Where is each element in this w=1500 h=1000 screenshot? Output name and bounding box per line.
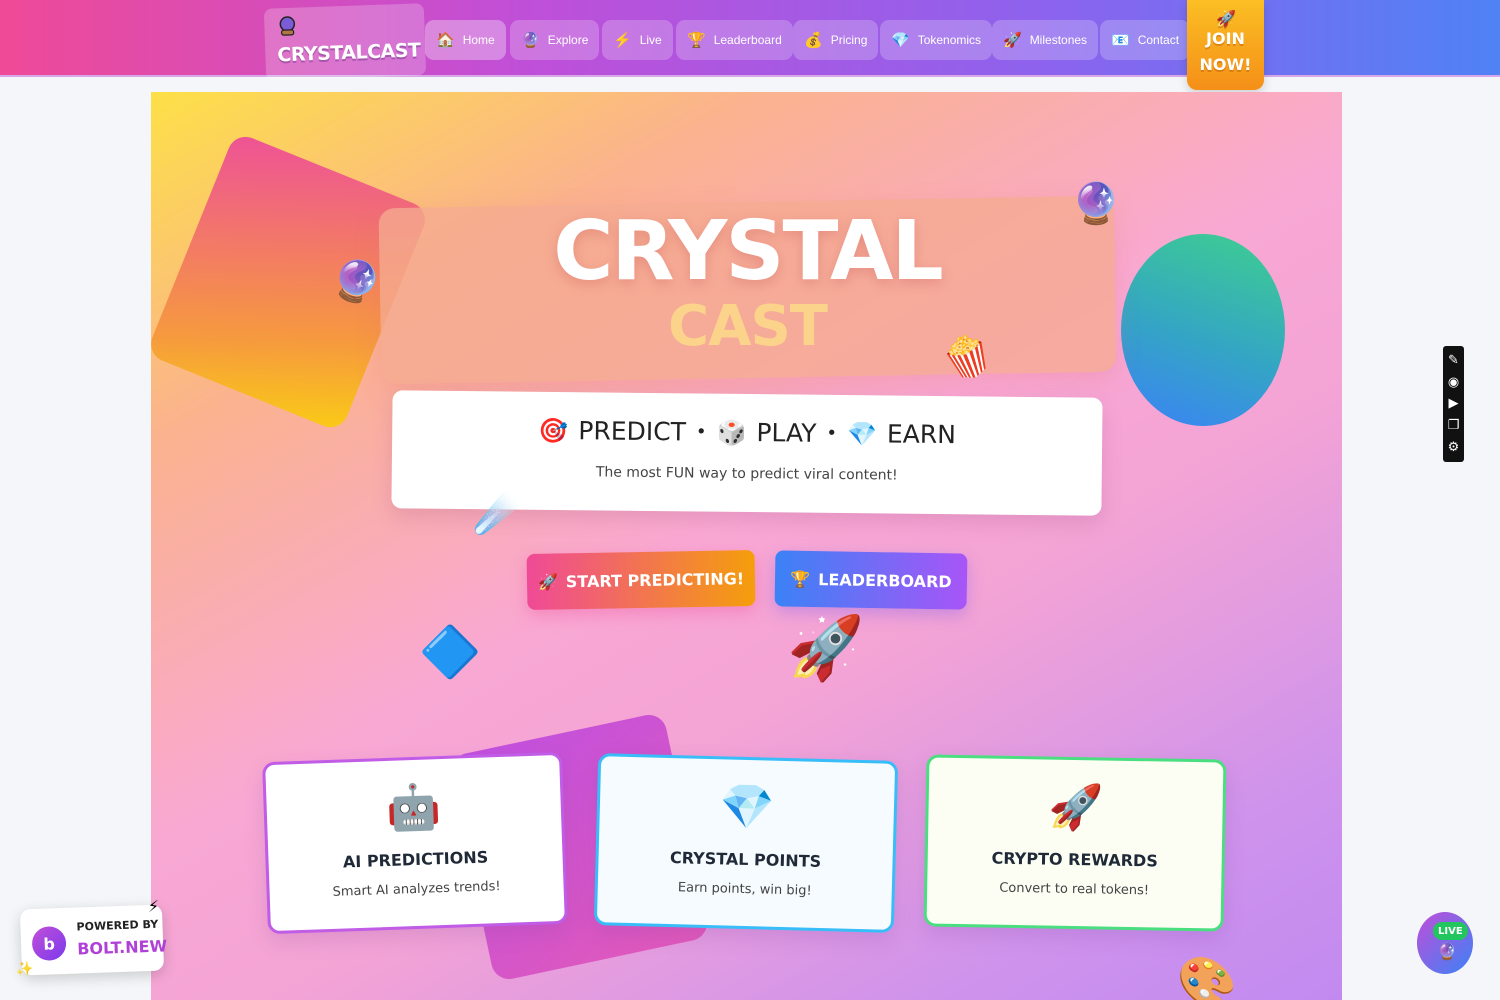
gear-icon[interactable]: ⚙ <box>1448 441 1460 454</box>
gem-icon: 💎 <box>718 781 775 834</box>
nav-item-label: Milestones <box>1029 33 1088 47</box>
feature-card-crypto-rewards[interactable]: 🚀 CRYPTO REWARDS Convert to real tokens! <box>923 754 1227 932</box>
feature-description: Smart AI analyzes trends! <box>332 879 501 900</box>
button-label: START PREDICTING! <box>565 568 745 591</box>
button-label: LEADERBOARD <box>818 569 952 591</box>
gem-icon: 💎 <box>846 419 878 448</box>
feature-card-ai-predictions[interactable]: 🤖 AI PREDICTIONS Smart AI analyzes trend… <box>262 751 568 935</box>
nav-item-label: Explore <box>547 33 589 47</box>
brand-logo[interactable]: CRYSTALCAST <box>263 3 427 81</box>
gem-shape-icon: 🔷 <box>419 623 482 681</box>
gem-icon: 💎 <box>891 31 910 49</box>
rocket-icon: 🚀 <box>537 571 558 592</box>
lightning-icon: ⚡ <box>147 896 160 917</box>
nav-item-label: Home <box>462 33 495 47</box>
trophy-icon: 🏆 <box>687 31 706 49</box>
separator: • <box>695 421 707 443</box>
rocket-icon: 🚀 <box>1216 9 1236 28</box>
brand-name: CRYSTALCAST <box>277 39 421 67</box>
hero-subtitle: CAST <box>668 294 828 359</box>
feature-description: Convert to real tokens! <box>999 880 1150 899</box>
start-predicting-button[interactable]: 🚀 START PREDICTING! <box>526 550 756 610</box>
join-now-button[interactable]: 🚀 JOIN NOW! <box>1187 0 1264 90</box>
tagline-description: The most FUN way to predict viral conten… <box>595 464 898 484</box>
tagline-row: 🎯 PREDICT • 🎲 PLAY • 💎 EARN <box>392 414 1102 450</box>
crystal-ball-icon: 🔮 <box>521 31 540 49</box>
video-icon[interactable]: ▶ <box>1449 397 1459 410</box>
tagline-play: PLAY <box>756 418 817 448</box>
crystal-ball-icon: 🔮 <box>1071 181 1121 227</box>
powered-by-bolt-badge[interactable]: b POWERED BY BOLT.NEW ⚡ ✨ <box>16 897 168 978</box>
decorative-circle <box>1121 234 1285 426</box>
window-icon[interactable]: ❐ <box>1448 419 1460 432</box>
camera-icon[interactable]: ◉ <box>1448 376 1459 389</box>
nav-item-label: Tokenomics <box>917 33 982 47</box>
feature-description: Earn points, win big! <box>677 880 812 899</box>
crystal-ball-icon <box>279 16 296 36</box>
nav-item-contact[interactable]: 📧 Contact <box>1100 20 1191 60</box>
powered-by-label: POWERED BY <box>76 917 159 934</box>
separator: • <box>826 422 838 444</box>
nav-item-tokenomics[interactable]: 💎 Tokenomics <box>880 20 993 60</box>
nav-item-milestones[interactable]: 🚀 Milestones <box>992 20 1099 60</box>
leaderboard-button[interactable]: 🏆 LEADERBOARD <box>774 550 968 610</box>
money-bag-icon: 💰 <box>804 31 823 49</box>
rocket-icon: 🚀 <box>1047 781 1104 834</box>
nav-item-label: Leaderboard <box>713 33 782 47</box>
bolt-name: BOLT.NEW <box>76 936 168 959</box>
feature-title: CRYPTO REWARDS <box>991 848 1159 871</box>
pin-icon[interactable]: ✎ <box>1448 354 1459 367</box>
feature-title: AI PREDICTIONS <box>342 847 489 872</box>
nav-item-leaderboard[interactable]: 🏆 Leaderboard <box>676 20 793 60</box>
nav-item-label: Contact <box>1137 33 1180 47</box>
feature-title: CRYSTAL POINTS <box>669 848 822 871</box>
tagline-earn: EARN <box>886 419 957 450</box>
target-icon: 🎯 <box>538 416 569 445</box>
crystal-ball-icon: 🔮 <box>1437 942 1457 961</box>
nav-item-home[interactable]: 🏠 Home <box>425 20 506 60</box>
robot-icon: 🤖 <box>385 781 443 834</box>
palette-icon: 🎨 <box>1177 954 1237 1000</box>
nav-item-label: Live <box>639 33 662 47</box>
envelope-icon: 📧 <box>1111 31 1130 49</box>
nav-item-label: Pricing <box>830 33 868 47</box>
side-toolbar: ✎ ◉ ▶ ❐ ⚙ <box>1443 346 1464 462</box>
rocket-icon: 🚀 <box>787 611 865 684</box>
nav-item-live[interactable]: ⚡ Live <box>602 20 673 60</box>
lightning-icon: ⚡ <box>613 31 632 49</box>
trophy-icon: 🏆 <box>790 569 811 589</box>
hero-title: CRYSTAL <box>553 204 944 299</box>
live-label: LIVE <box>1433 922 1468 940</box>
home-icon: 🏠 <box>436 31 455 49</box>
rocket-icon: 🚀 <box>1003 31 1022 49</box>
comet-icon: ☄️ <box>473 491 521 535</box>
live-badge[interactable]: LIVE 🔮 <box>1417 912 1473 974</box>
tagline-predict: PREDICT <box>578 416 687 447</box>
nav-item-explore[interactable]: 🔮 Explore <box>510 20 600 60</box>
nav-item-pricing[interactable]: 💰 Pricing <box>793 20 879 60</box>
top-navbar: CRYSTALCAST 🏠 Home 🔮 Explore ⚡ Live 🏆 Le… <box>0 0 1500 90</box>
feature-card-crystal-points[interactable]: 💎 CRYSTAL POINTS Earn points, win big! <box>593 753 899 933</box>
bolt-logo-icon: b <box>31 925 67 962</box>
sparkle-icon: ✨ <box>15 961 34 978</box>
hero-section: CRYSTAL CAST 🔮 🔮 🍿 🎯 PREDICT • 🎲 PLAY • … <box>151 92 1342 1000</box>
join-line-2: NOW! <box>1199 55 1252 74</box>
dice-icon: 🎲 <box>716 418 747 447</box>
